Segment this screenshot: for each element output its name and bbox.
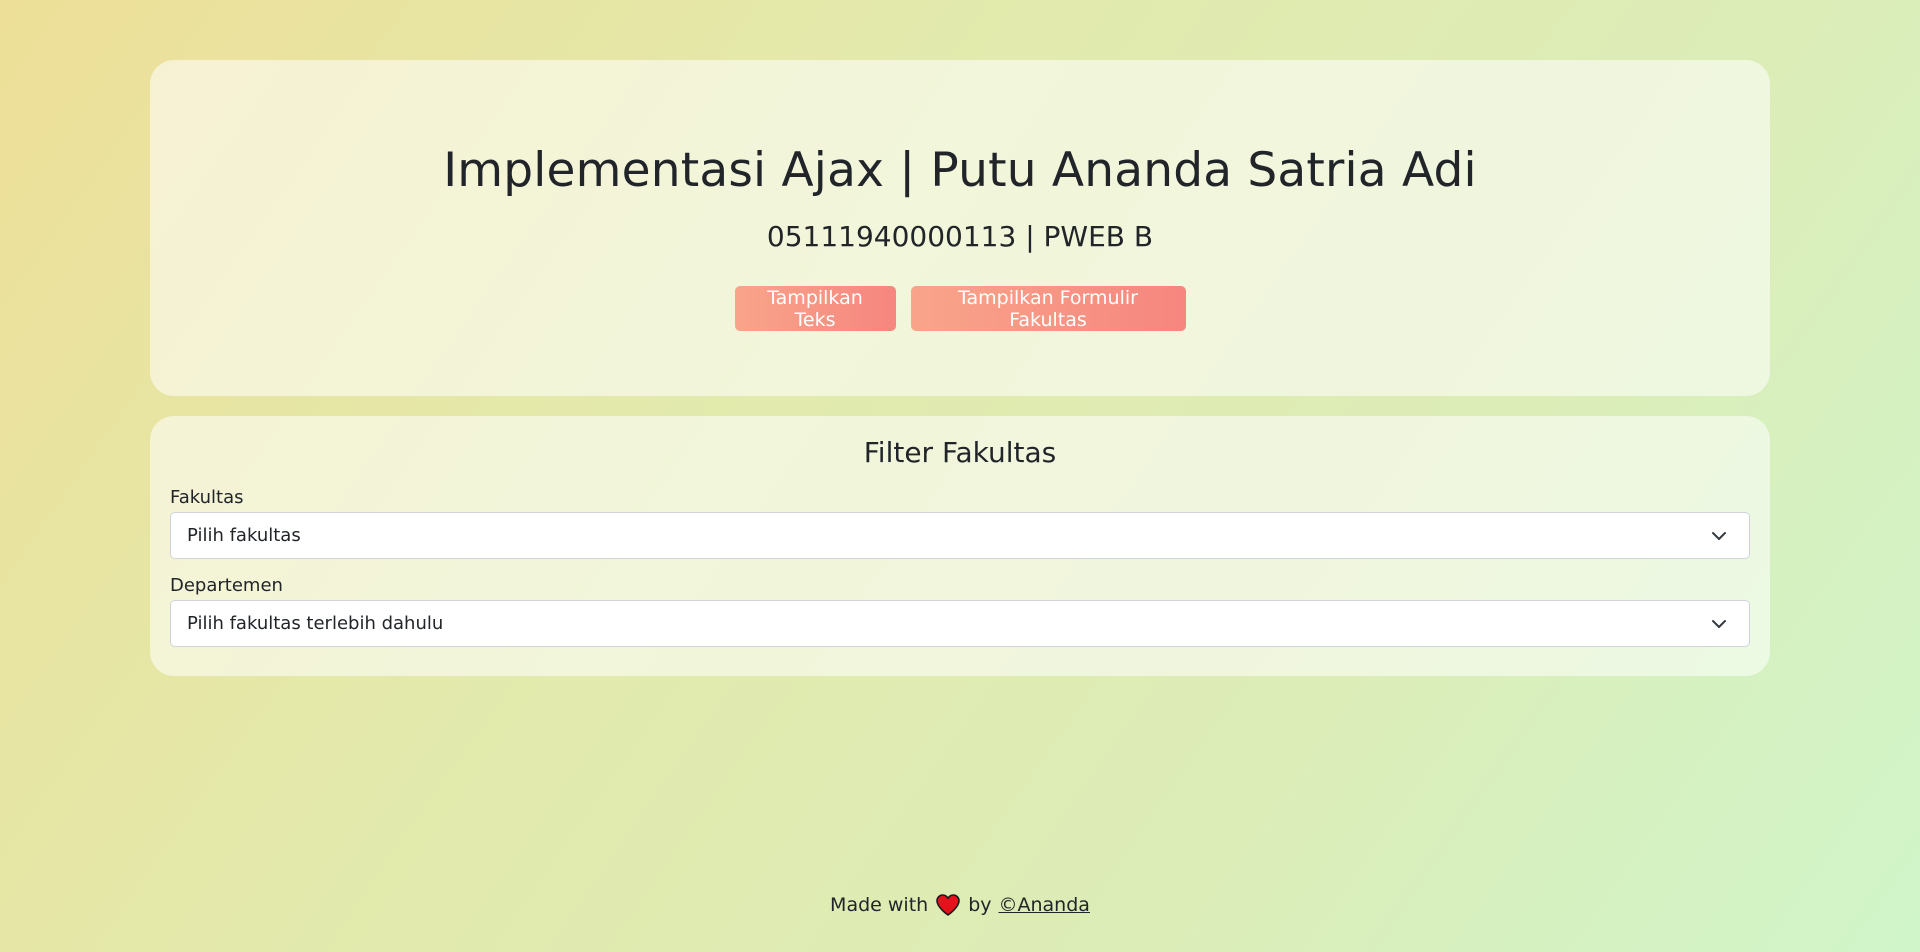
footer-made-with: Made with: [830, 894, 929, 916]
page-title: Implementasi Ajax | Putu Ananda Satria A…: [443, 143, 1477, 198]
heart-icon: [936, 894, 960, 916]
filter-card: Filter Fakultas Fakultas Pilih fakultas …: [150, 416, 1770, 676]
header-card: Implementasi Ajax | Putu Ananda Satria A…: [150, 60, 1770, 396]
departemen-select-value: Pilih fakultas terlebih dahulu: [187, 613, 444, 634]
departemen-select[interactable]: Pilih fakultas terlebih dahulu: [170, 600, 1750, 647]
fakultas-label: Fakultas: [170, 487, 244, 508]
show-faculty-form-button[interactable]: Tampilkan Formulir Fakultas: [910, 286, 1186, 331]
chevron-down-icon: [1712, 619, 1726, 628]
button-group: Tampilkan Teks Tampilkan Formulir Fakult…: [150, 286, 1770, 331]
page-subtitle: 05111940000113 | PWEB B: [766, 220, 1154, 253]
departemen-label: Departemen: [170, 575, 283, 596]
fakultas-select-value: Pilih fakultas: [187, 525, 301, 546]
author-link[interactable]: ©Ananda: [999, 894, 1090, 916]
footer: Made with by ©Ananda: [0, 893, 1920, 917]
show-text-button[interactable]: Tampilkan Teks: [734, 286, 896, 331]
footer-by: by: [968, 894, 992, 916]
fakultas-select[interactable]: Pilih fakultas: [170, 512, 1750, 559]
chevron-down-icon: [1712, 531, 1726, 540]
filter-title: Filter Fakultas: [863, 436, 1057, 469]
